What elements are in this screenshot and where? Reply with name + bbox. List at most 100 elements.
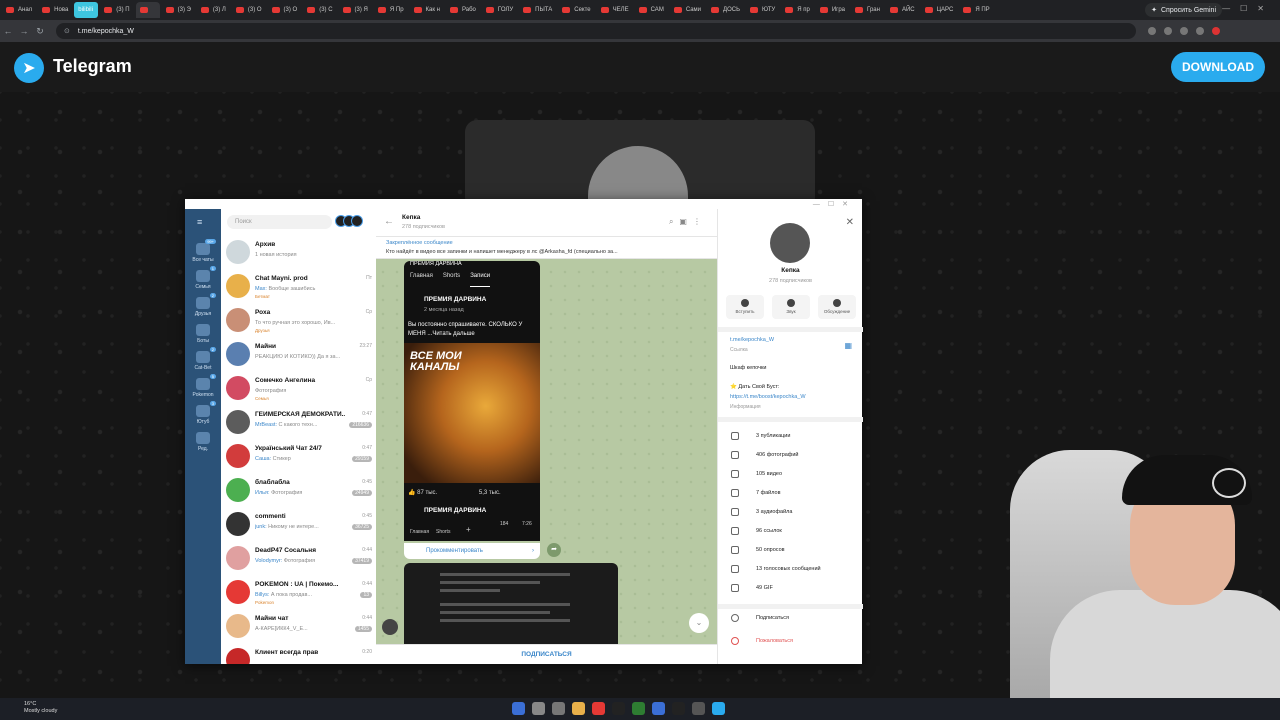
folder-item[interactable]: 2 Друзья	[185, 293, 221, 317]
taskbar-app-icon[interactable]	[612, 702, 625, 715]
download-button[interactable]: DOWNLOAD	[1171, 52, 1265, 82]
chat-list-item[interactable]: ГЕЙМЕРСКАЯ ДЕМОКРАТИ... MrBeast: С какого…	[221, 407, 376, 438]
folder-item[interactable]: Ред.	[185, 432, 221, 452]
url-field[interactable]: ⊙ t.me/kepochka_W	[56, 23, 1136, 39]
report-action[interactable]: Пожаловаться	[730, 632, 860, 651]
browser-tab[interactable]: ЦАРС	[921, 2, 958, 18]
browser-tab[interactable]: bilibili	[74, 2, 99, 18]
media-stat-row[interactable]: 3 публикации	[730, 427, 860, 446]
qr-code-icon[interactable]: ▦	[844, 341, 852, 350]
site-info-icon[interactable]: ⊙	[64, 27, 70, 35]
browser-tab[interactable]: Нова	[38, 2, 72, 18]
browser-tab[interactable]: Анал	[2, 2, 36, 18]
subscribe-button[interactable]: ПОДПИСАТЬСЯ	[376, 644, 717, 664]
browser-tab[interactable]: ЧЕЛЕ	[597, 2, 633, 18]
taskbar-app-icon[interactable]	[552, 702, 565, 715]
pinned-message[interactable]: Закреплённое сообщение Кто найдёт в виде…	[376, 237, 717, 259]
browser-tab[interactable]: ЮТУ	[746, 2, 779, 18]
chat-header[interactable]: ← Кепка 278 подписчиков ⌕▣⋮	[376, 209, 717, 237]
media-stat-row[interactable]: 49 GIF	[730, 579, 860, 598]
taskbar-app-icon[interactable]	[572, 702, 585, 715]
media-stat-row[interactable]: 96 ссылок	[730, 522, 860, 541]
browser-tab[interactable]: САМ	[635, 2, 668, 18]
browser-tab[interactable]: (3) Я	[339, 2, 372, 18]
discussion-button[interactable]: Обсуждение	[818, 295, 856, 319]
chat-list-item[interactable]: Роха То что ручная это хорошо, Ив... Ср Дру…	[221, 305, 376, 336]
taskbar-app-icon[interactable]	[652, 702, 665, 715]
chat-list-item[interactable]: Клиент всегда прав 0:20	[221, 645, 376, 664]
taskbar-app-icon[interactable]	[592, 702, 605, 715]
taskbar-app-icon[interactable]	[672, 702, 685, 715]
media-stat-row[interactable]: 13 голосовых сообщений	[730, 560, 860, 579]
media-stat-row[interactable]: 7 файлов	[730, 484, 860, 503]
browser-tab[interactable]: Я пр	[781, 2, 814, 18]
browser-tab[interactable]: (3) О	[268, 2, 302, 18]
folder-item[interactable]: 1 Семья	[185, 266, 221, 290]
header-action-icons[interactable]: ⌕▣⋮	[669, 217, 707, 227]
chat-list-item[interactable]: блаблабла Илья: Фотография 0:45 24949	[221, 475, 376, 506]
sound-button[interactable]: Звук	[772, 295, 810, 319]
taskbar-app-icon[interactable]	[712, 702, 725, 715]
chat-list-item[interactable]: DeadP47 Сосальня Volodymyr: Фотография 0:4…	[221, 543, 376, 574]
browser-window-controls[interactable]: —☐✕	[1222, 4, 1274, 13]
folder-item[interactable]: 2 Cat-Bet	[185, 347, 221, 371]
media-stat-row[interactable]: 406 фотографий	[730, 446, 860, 465]
stories-avatars[interactable]	[335, 215, 363, 227]
back-icon[interactable]: ←	[0, 26, 16, 36]
weather-widget[interactable]: 16°C Mostly cloudy	[24, 701, 57, 715]
boost-link[interactable]: https://t.me/boost/kepochka_W	[730, 394, 806, 400]
sender-avatar[interactable]	[382, 619, 398, 635]
search-input[interactable]: Поиск	[227, 215, 332, 229]
taskbar-app-icon[interactable]	[532, 702, 545, 715]
menu-icon[interactable]: ≡	[197, 217, 202, 227]
browser-tab[interactable]: ПЫТА	[519, 2, 556, 18]
taskbar-app-icon[interactable]	[512, 702, 525, 715]
folder-item[interactable]: 99+ Все чаты	[185, 239, 221, 263]
browser-tab[interactable]: (3) О	[232, 2, 266, 18]
chat-list-item[interactable]: Український Чат 24/7 Саша: Стикер 0:47 2915…	[221, 441, 376, 472]
message-post-2[interactable]	[404, 563, 618, 649]
subscribe-action[interactable]: Подписаться	[730, 609, 860, 628]
chat-list-item[interactable]: Майни чат А-КАРЕ[ИКК4_V_E... 0:44 1455	[221, 611, 376, 642]
taskbar-apps[interactable]	[512, 702, 725, 715]
browser-tab[interactable]	[135, 2, 160, 18]
reload-icon[interactable]: ↻	[32, 26, 48, 37]
folder-item[interactable]: Боты	[185, 324, 221, 344]
media-stat-row[interactable]: 3 аудиофайла	[730, 503, 860, 522]
chat-list-item[interactable]: Архив 1 новая история	[221, 237, 376, 268]
chat-list-item[interactable]: Chat Mayni. prod Max: Вообще зашибись Пт Бе…	[221, 271, 376, 302]
join-button[interactable]: Вступить	[726, 295, 764, 319]
folder-item[interactable]: 5 Pokemon	[185, 374, 221, 398]
browser-tab[interactable]: Гран	[851, 2, 884, 18]
channel-link[interactable]: t.me/kepochka_W	[730, 337, 774, 343]
browser-tab[interactable]: Я ПР	[959, 2, 993, 18]
browser-tab[interactable]: (3) Э	[162, 2, 195, 18]
close-icon[interactable]: ✕	[846, 217, 854, 228]
back-arrow-icon[interactable]: ←	[384, 216, 394, 227]
browser-tab[interactable]: ДОСЬ	[707, 2, 744, 18]
chat-list-item[interactable]: Майни РЕАКЦИЮ И КОТИКО)) Да я за... 23:27	[221, 339, 376, 370]
forward-icon[interactable]: →	[16, 26, 32, 36]
browser-tab[interactable]: ГОЛУ	[482, 2, 517, 18]
browser-tab[interactable]: (3) П	[100, 2, 133, 18]
browser-tab[interactable]: Я Пр	[374, 2, 408, 18]
browser-tab[interactable]: Рабо	[446, 2, 480, 18]
browser-tab[interactable]: (3) С	[303, 2, 336, 18]
scroll-down-icon[interactable]: ⌄	[689, 613, 709, 633]
folder-item[interactable]: 3 Ютуб	[185, 401, 221, 425]
gemini-button[interactable]: ✦ Спросить Gemini	[1145, 3, 1222, 17]
chat-list-item[interactable]: commenti junk: Никому не интере... 0:45 367…	[221, 509, 376, 540]
window-controls[interactable]: —☐✕	[813, 200, 856, 208]
browser-tab[interactable]: Секте	[558, 2, 594, 18]
media-stat-row[interactable]: 50 опросов	[730, 541, 860, 560]
taskbar-app-icon[interactable]	[692, 702, 705, 715]
taskbar-app-icon[interactable]	[632, 702, 645, 715]
browser-tab[interactable]: АЙС	[886, 2, 919, 18]
comment-button[interactable]: Прокомментировать ›	[404, 543, 540, 559]
chat-list-item[interactable]: POKEMON : UA | Покемо... Billys: А пока п…	[221, 577, 376, 608]
share-icon[interactable]: ➦	[547, 543, 561, 557]
browser-tab[interactable]: Как н	[410, 2, 444, 18]
browser-tab[interactable]: Игра	[816, 2, 849, 18]
chat-list-item[interactable]: Сомечко Ангелина Фотография Ср Семья	[221, 373, 376, 404]
browser-tab[interactable]: Сами	[670, 2, 705, 18]
